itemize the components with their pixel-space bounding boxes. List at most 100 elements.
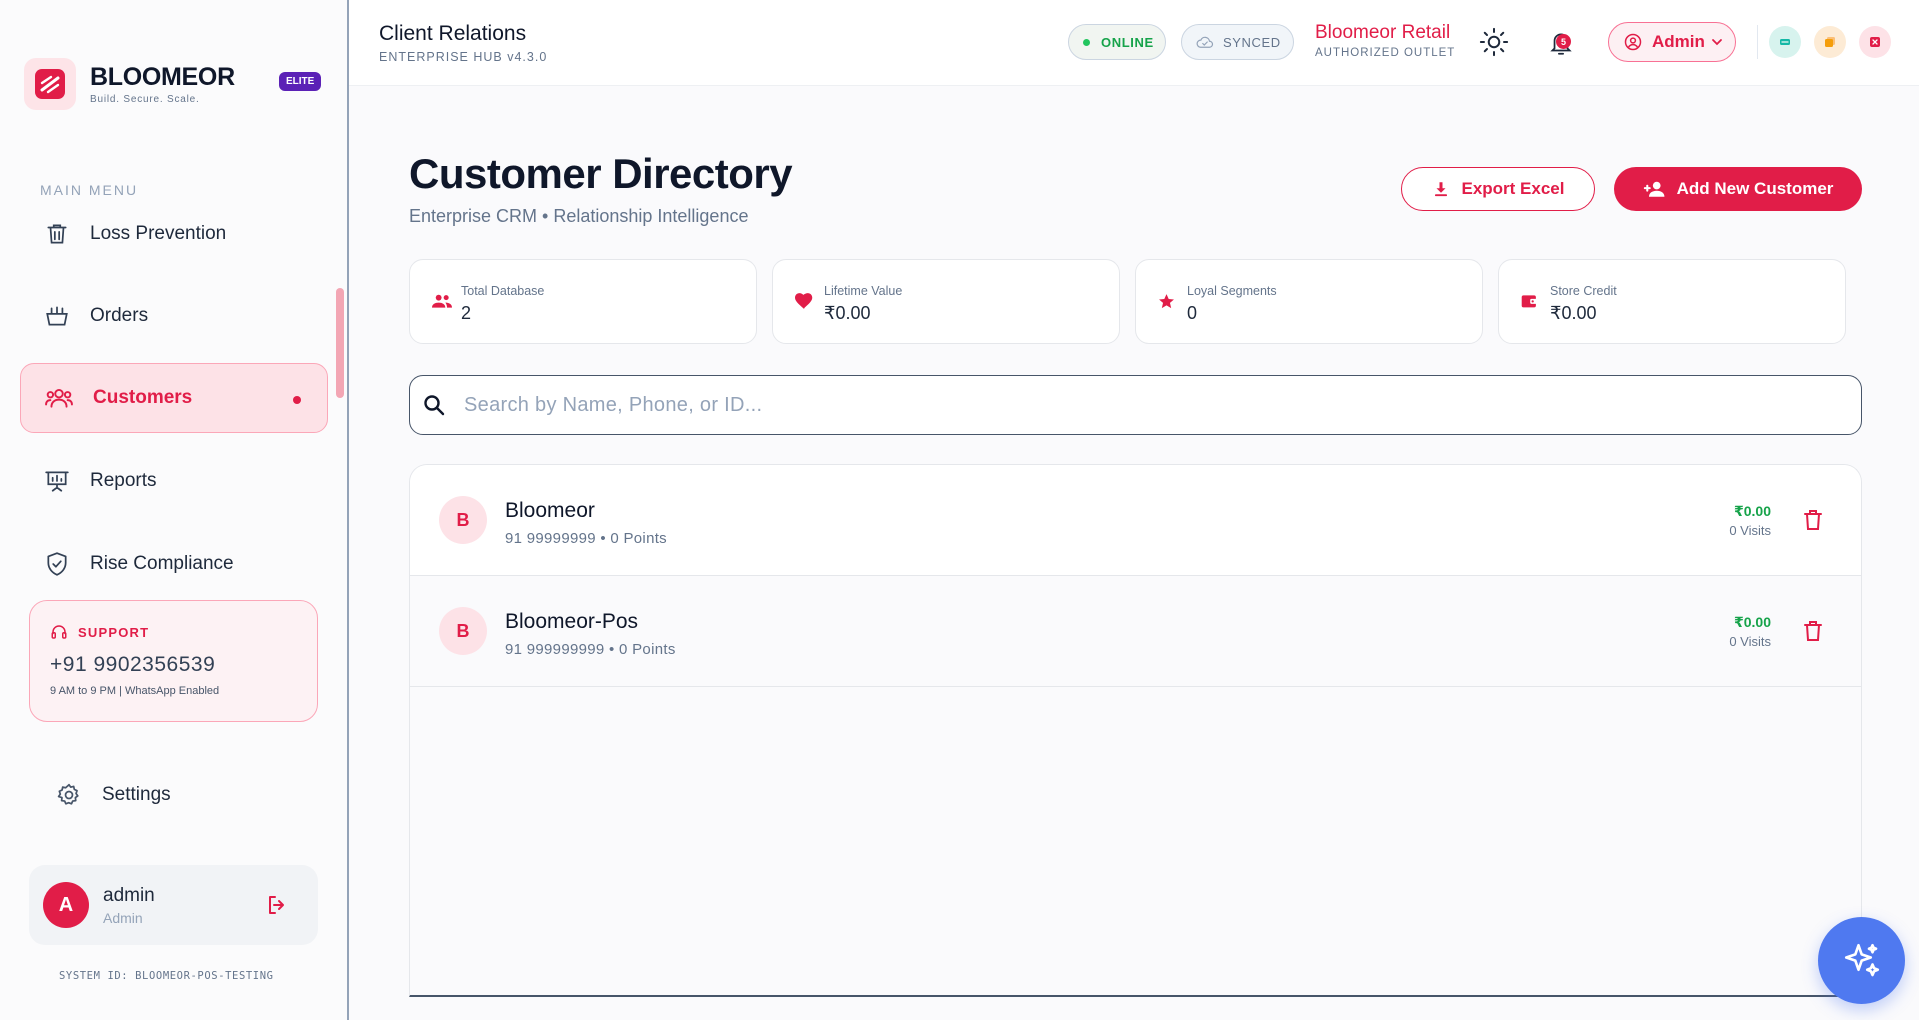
notification-count-badge: 5 <box>1556 34 1571 49</box>
main-menu-title: MAIN MENU <box>40 182 139 198</box>
sidebar-item-label: Loss Prevention <box>90 223 227 244</box>
topbar-title: Client Relations <box>379 22 527 45</box>
customer-name: Bloomeor-Pos <box>505 610 639 633</box>
stat-label: Lifetime Value <box>824 284 903 298</box>
stat-total-database: Total Database 2 <box>409 259 757 344</box>
search-bar[interactable] <box>409 375 1862 435</box>
ai-assistant-button[interactable] <box>1818 917 1905 1004</box>
cloud-icon <box>1196 35 1223 49</box>
minimize-icon <box>1779 36 1791 48</box>
brand-tagline: Build. Secure. Scale. <box>90 93 200 105</box>
sidebar-item-reports[interactable]: Reports <box>20 446 328 516</box>
sidebar-item-label: Rise Compliance <box>90 553 234 574</box>
user-circle-icon <box>1624 33 1642 51</box>
stat-value: ₹0.00 <box>1550 303 1597 323</box>
list-item[interactable]: B Bloomeor-Pos 91 999999999 • 0 Points ₹… <box>410 576 1861 687</box>
sidebar-item-label: Orders <box>90 305 149 326</box>
gear-icon <box>56 782 82 808</box>
chevron-down-icon <box>1711 36 1723 48</box>
stat-loyal-segments: Loyal Segments 0 <box>1135 259 1483 344</box>
star-icon <box>1158 293 1175 310</box>
sidebar: BLOOMEOR Build. Secure. Scale. ELITE MAI… <box>0 0 349 1020</box>
customer-meta: 91 999999999 • 0 Points <box>505 641 676 658</box>
customer-amount: ₹0.00 <box>1734 614 1771 630</box>
stat-label: Store Credit <box>1550 284 1617 298</box>
brand-logo-icon <box>24 58 76 110</box>
stat-store-credit: Store Credit ₹0.00 <box>1498 259 1846 344</box>
add-user-icon <box>1643 180 1667 198</box>
theme-toggle-sun-icon[interactable] <box>1479 27 1509 57</box>
topbar: Client Relations ENTERPRISE HUB v4.3.0 O… <box>349 0 1919 86</box>
trash-icon <box>44 221 70 247</box>
sidebar-item-customers[interactable]: Customers <box>20 363 328 433</box>
delete-icon[interactable] <box>1803 509 1823 531</box>
admin-menu-button[interactable]: Admin <box>1608 22 1736 62</box>
add-label: Add New Customer <box>1676 179 1834 198</box>
customer-visits: 0 Visits <box>1729 523 1771 538</box>
sidebar-item-settings[interactable]: Settings <box>56 782 171 808</box>
main-content: Customer Directory Enterprise CRM • Rela… <box>349 86 1919 1020</box>
synced-status-badge: SYNCED <box>1181 24 1294 60</box>
customer-avatar: B <box>439 607 487 655</box>
logout-icon[interactable] <box>265 893 289 917</box>
stat-value: 2 <box>461 303 472 323</box>
sparkle-icon <box>1841 940 1883 982</box>
stat-label: Total Database <box>461 284 545 298</box>
online-dot-icon <box>1083 38 1090 46</box>
customer-avatar: B <box>439 496 487 544</box>
support-hours: 9 AM to 9 PM | WhatsApp Enabled <box>50 685 220 697</box>
close-button[interactable] <box>1859 26 1891 58</box>
sidebar-scrollbar[interactable] <box>336 288 344 398</box>
heart-icon <box>795 293 813 309</box>
stat-label: Loyal Segments <box>1187 284 1277 298</box>
user-role: Admin <box>103 909 143 926</box>
online-label: ONLINE <box>1101 34 1154 50</box>
customer-list: B Bloomeor 91 99999999 • 0 Points ₹0.00 … <box>409 464 1862 997</box>
brand-name: BLOOMEOR <box>90 62 235 91</box>
restore-icon <box>1824 36 1836 48</box>
sidebar-item-orders[interactable]: Orders <box>20 281 328 351</box>
export-label: Export Excel <box>1461 179 1565 198</box>
user-card[interactable]: A admin Admin <box>29 865 318 945</box>
topbar-divider <box>1757 25 1758 59</box>
search-input[interactable] <box>464 393 1764 417</box>
topbar-subtitle: ENTERPRISE HUB v4.3.0 <box>379 50 548 64</box>
users-icon <box>45 385 73 411</box>
presentation-icon <box>44 468 70 494</box>
sidebar-item-label: Customers <box>93 387 193 408</box>
store-info: Bloomeor Retail AUTHORIZED OUTLET <box>1315 22 1456 59</box>
page-title: Customer Directory <box>409 150 793 197</box>
wallet-icon <box>1521 293 1538 309</box>
basket-icon <box>44 303 70 329</box>
headset-icon <box>50 623 68 641</box>
restore-button[interactable] <box>1814 26 1846 58</box>
page-subtitle: Enterprise CRM • Relationship Intelligen… <box>409 206 749 226</box>
stat-value: 0 <box>1187 303 1198 323</box>
sidebar-item-rise-compliance[interactable]: Rise Compliance <box>20 529 328 599</box>
store-subtitle: AUTHORIZED OUTLET <box>1315 47 1456 59</box>
online-status-badge: ONLINE <box>1068 24 1166 60</box>
export-excel-button[interactable]: Export Excel <box>1401 167 1595 211</box>
elite-badge: ELITE <box>279 72 322 91</box>
add-customer-button[interactable]: Add New Customer <box>1614 167 1862 211</box>
settings-label: Settings <box>102 784 171 805</box>
shield-check-icon <box>44 551 70 577</box>
customer-amount: ₹0.00 <box>1734 503 1771 519</box>
minimize-button[interactable] <box>1769 26 1801 58</box>
active-indicator <box>293 396 301 404</box>
users-icon <box>432 293 452 309</box>
system-id: SYSTEM ID: BLOOMEOR-POS-TESTING <box>59 970 274 982</box>
list-item[interactable]: B Bloomeor 91 99999999 • 0 Points ₹0.00 … <box>410 465 1861 576</box>
delete-icon[interactable] <box>1803 620 1823 642</box>
sidebar-item-loss-prevention[interactable]: Loss Prevention <box>20 199 328 269</box>
support-phone: +91 9902356539 <box>50 653 216 676</box>
search-icon <box>422 393 446 417</box>
support-card[interactable]: SUPPORT +91 9902356539 9 AM to 9 PM | Wh… <box>29 600 318 722</box>
stat-value: ₹0.00 <box>824 303 871 323</box>
synced-label: SYNCED <box>1223 34 1281 50</box>
download-icon <box>1432 180 1450 198</box>
user-name: admin <box>103 884 155 906</box>
customer-visits: 0 Visits <box>1729 634 1771 649</box>
sidebar-item-label: Reports <box>90 470 157 491</box>
brand[interactable]: BLOOMEOR Build. Secure. Scale. <box>24 58 235 110</box>
